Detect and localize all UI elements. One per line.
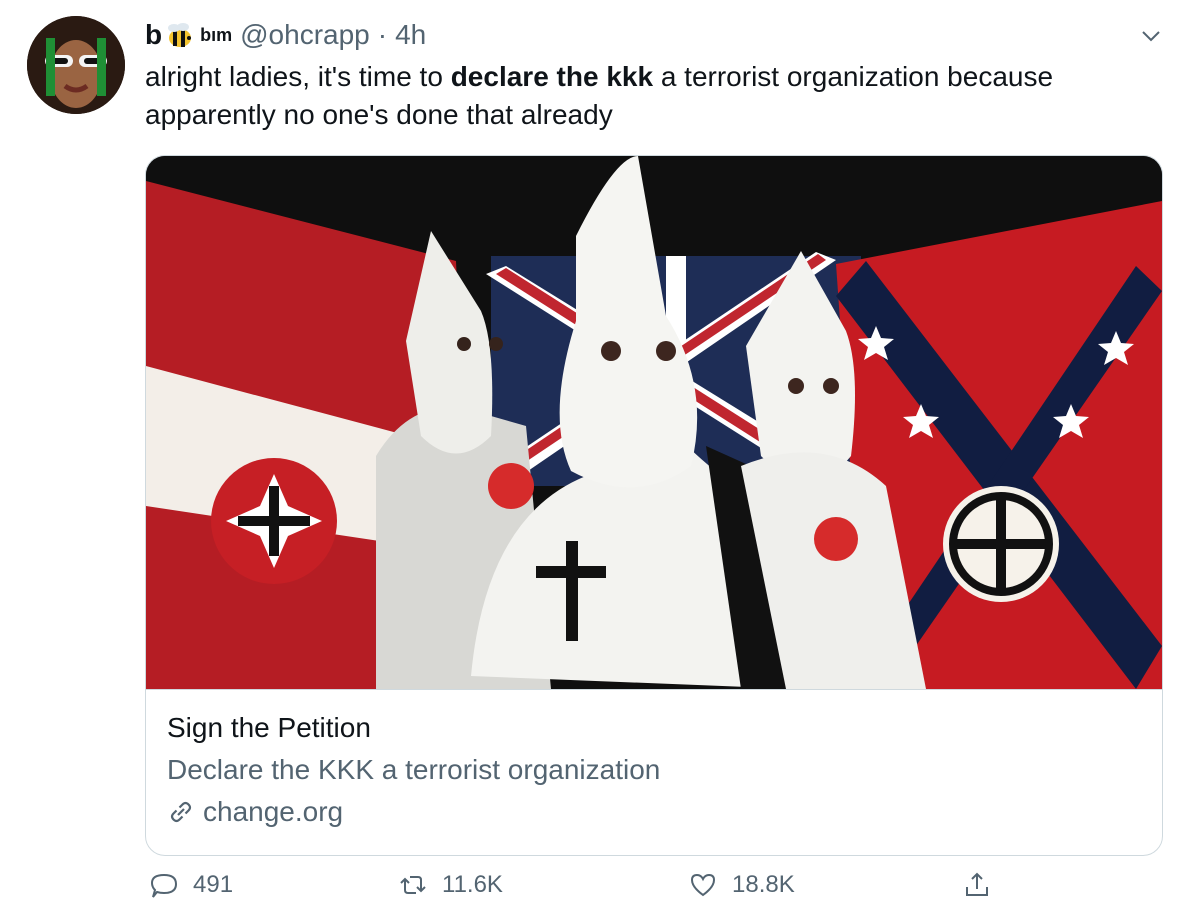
like-button[interactable]: 18.8K (688, 870, 795, 900)
display-name-suffix: bım (200, 24, 233, 45)
avatar[interactable] (27, 16, 125, 114)
share-icon (966, 872, 988, 896)
reply-icon (150, 873, 178, 898)
retweet-icon (400, 876, 426, 894)
tweet-header: b bım @ohcrapp · 4h (145, 18, 426, 52)
tweet-text-before: alright ladies, it's time to (145, 61, 451, 92)
display-name-prefix: b (145, 19, 163, 50)
card-domain-text: change.org (203, 796, 344, 827)
tweet-time[interactable]: 4h (395, 19, 426, 51)
retweet-button[interactable]: 11.6K (398, 870, 503, 900)
tweet-text: alright ladies, it's time to declare the… (145, 58, 1165, 134)
metadata-separator: · (377, 19, 388, 50)
retweet-count: 11.6K (442, 871, 503, 898)
card-domain: change.org (167, 796, 343, 828)
like-count: 18.8K (732, 871, 795, 898)
tweet-actions: 491 11.6K 18.8K (145, 870, 1161, 914)
avatar-image (27, 16, 125, 114)
tweet-text-bold: declare the kkk (450, 61, 654, 92)
display-name[interactable]: b bım (145, 18, 240, 52)
card-title: Sign the Petition (167, 712, 371, 743)
share-button[interactable] (962, 870, 992, 900)
card-description: Declare the KKK a terrorist organization (167, 754, 661, 785)
reply-button[interactable]: 491 (149, 870, 233, 900)
chevron-down-icon[interactable] (1139, 24, 1163, 48)
card-image (146, 156, 1162, 690)
reply-count: 491 (193, 871, 234, 898)
link-preview-card[interactable]: Sign the Petition Declare the KKK a terr… (145, 155, 1163, 856)
like-icon (690, 873, 716, 897)
bee-emoji-icon (168, 23, 192, 47)
username-handle[interactable]: @ohcrapp (240, 19, 370, 51)
link-icon (170, 801, 192, 823)
